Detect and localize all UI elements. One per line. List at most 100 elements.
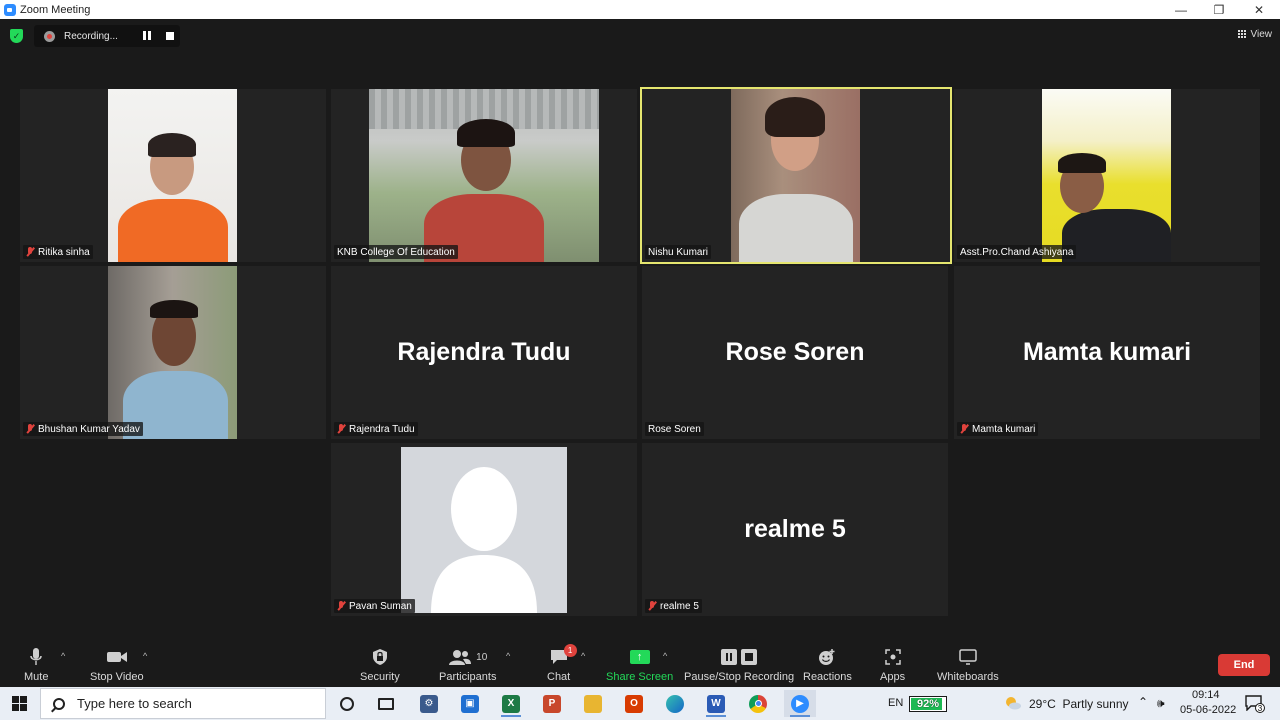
search-placeholder: Type here to search bbox=[77, 696, 192, 711]
participant-name-tag: Asst.Pro.Chand Ashiyana bbox=[957, 245, 1077, 259]
share-arrow: ↑ bbox=[629, 650, 650, 664]
video-feed bbox=[108, 89, 237, 262]
taskbar-app-office[interactable]: O bbox=[618, 690, 650, 717]
video-feed bbox=[731, 89, 860, 262]
powerpoint-icon: P bbox=[543, 694, 561, 713]
battery-indicator[interactable]: 92% bbox=[909, 696, 947, 712]
participant-tile[interactable]: KNB College Of Education bbox=[331, 89, 637, 262]
cortana-button[interactable] bbox=[331, 690, 363, 717]
input-language[interactable]: EN bbox=[888, 697, 903, 709]
participant-tile[interactable]: Ritika sinha bbox=[20, 89, 326, 262]
stop-video-button[interactable]: Stop Video bbox=[90, 647, 144, 683]
clock-time[interactable]: 09:14 bbox=[1192, 689, 1220, 701]
taskbar-app-file-explorer[interactable] bbox=[577, 690, 609, 717]
zoom-app-icon: ▶ bbox=[791, 694, 809, 713]
participant-tile[interactable]: Pavan Suman bbox=[331, 443, 637, 616]
windows-start-button[interactable] bbox=[0, 687, 38, 720]
volume-speaker-icon[interactable]: 🕪 bbox=[1157, 696, 1165, 711]
chat-bubble-icon: 1 bbox=[549, 644, 577, 667]
weather-text[interactable]: 29°C Partly sunny bbox=[1029, 697, 1129, 711]
taskbar-search-box[interactable]: Type here to search bbox=[40, 688, 326, 719]
taskbar-app-powerpoint[interactable]: P bbox=[536, 690, 568, 717]
participants-options-chevron-icon[interactable]: ^ bbox=[506, 651, 510, 661]
clock-date[interactable]: 05-06-2022 bbox=[1180, 704, 1236, 716]
participant-tile-active-speaker[interactable]: Nishu Kumari bbox=[640, 87, 952, 264]
window-title: Zoom Meeting bbox=[20, 3, 91, 16]
participant-display-name: Rose Soren bbox=[725, 338, 865, 366]
muted-mic-icon bbox=[960, 424, 968, 434]
grid-view-icon bbox=[1237, 29, 1247, 39]
participant-name: Rose Soren bbox=[648, 423, 701, 435]
meeting-area: ✓ Recording... View Ritika sinha KNB Col… bbox=[0, 19, 1280, 641]
participant-tile[interactable]: Rose Soren Rose Soren bbox=[642, 266, 948, 439]
pause-stop-recording-button[interactable]: Pause/Stop Recording bbox=[684, 647, 794, 683]
excel-icon: X bbox=[502, 694, 520, 713]
participant-name: Mamta kumari bbox=[972, 423, 1036, 435]
apps-button[interactable]: Apps bbox=[880, 647, 905, 683]
participant-tile[interactable]: Mamta kumari Mamta kumari bbox=[954, 266, 1260, 439]
windows-taskbar: Type here to search ⚙ ▣ X P O W ▶ EN 92% bbox=[0, 687, 1280, 720]
participant-name-tag: Ritika sinha bbox=[23, 245, 93, 259]
window-title-bar: Zoom Meeting — ❐ ✕ bbox=[0, 0, 1280, 19]
stop-recording-icon[interactable] bbox=[166, 32, 174, 40]
chat-label: Chat bbox=[547, 671, 571, 683]
participant-name-tag: Bhushan Kumar Yadav bbox=[23, 422, 143, 436]
taskbar-app-settings[interactable]: ⚙ bbox=[413, 690, 445, 717]
partly-sunny-weather-icon[interactable] bbox=[1004, 696, 1022, 710]
participant-tile[interactable]: realme 5 realme 5 bbox=[642, 443, 948, 616]
muted-mic-icon bbox=[648, 601, 656, 611]
mute-button[interactable]: Mute bbox=[24, 647, 48, 683]
audio-options-chevron-icon[interactable]: ^ bbox=[61, 651, 65, 661]
edge-icon bbox=[666, 694, 684, 713]
reactions-button[interactable]: Reactions bbox=[803, 647, 852, 683]
folder-icon bbox=[584, 694, 602, 713]
apps-label: Apps bbox=[880, 671, 906, 683]
video-feed bbox=[369, 89, 599, 262]
participant-name-tag: realme 5 bbox=[645, 599, 702, 613]
view-button[interactable]: View bbox=[1237, 25, 1273, 43]
taskbar-app-excel[interactable]: X bbox=[495, 690, 527, 717]
muted-mic-icon bbox=[337, 601, 345, 611]
show-hidden-icons-chevron-icon[interactable]: ⌃ bbox=[1138, 695, 1148, 709]
participant-name-tag: Nishu Kumari bbox=[645, 245, 712, 259]
participant-tile[interactable]: Asst.Pro.Chand Ashiyana bbox=[954, 89, 1260, 262]
participants-icon: 10 bbox=[448, 647, 487, 667]
windows-logo-icon bbox=[11, 696, 27, 711]
participant-name-tag: Rose Soren bbox=[645, 422, 704, 436]
security-button[interactable]: Security bbox=[360, 647, 400, 683]
close-window-button[interactable]: ✕ bbox=[1240, 0, 1278, 19]
chat-options-chevron-icon[interactable]: ^ bbox=[581, 651, 585, 661]
video-options-chevron-icon[interactable]: ^ bbox=[143, 651, 147, 661]
restore-button[interactable]: ❐ bbox=[1200, 0, 1238, 19]
encryption-shield-icon[interactable]: ✓ bbox=[10, 29, 23, 43]
taskbar-app-edge[interactable] bbox=[659, 690, 691, 717]
end-meeting-button[interactable]: End bbox=[1218, 654, 1270, 676]
recording-dot-icon bbox=[44, 30, 55, 42]
store-bag-icon: ▣ bbox=[461, 694, 479, 713]
participant-name: Nishu Kumari bbox=[648, 246, 709, 258]
minimize-button[interactable]: — bbox=[1162, 0, 1200, 19]
taskbar-app-word[interactable]: W bbox=[700, 690, 732, 717]
chrome-icon bbox=[749, 694, 767, 713]
view-label: View bbox=[1250, 28, 1273, 40]
share-options-chevron-icon[interactable]: ^ bbox=[663, 651, 667, 661]
participants-button[interactable]: 10 Participants bbox=[439, 647, 496, 683]
pause-recording-icon[interactable] bbox=[143, 31, 153, 41]
chat-button[interactable]: 1 Chat bbox=[547, 644, 577, 683]
taskbar-app-chrome[interactable] bbox=[742, 690, 774, 717]
participant-name-tag: KNB College Of Education bbox=[334, 245, 458, 259]
whiteboards-button[interactable]: Whiteboards bbox=[937, 647, 999, 683]
default-avatar-icon bbox=[401, 447, 567, 613]
participant-tile[interactable]: Rajendra Tudu Rajendra Tudu bbox=[331, 266, 637, 439]
task-view-button[interactable] bbox=[370, 690, 402, 717]
participant-tile[interactable]: Bhushan Kumar Yadav bbox=[20, 266, 326, 439]
taskbar-app-zoom[interactable]: ▶ bbox=[784, 690, 816, 717]
share-screen-label: Share Screen bbox=[606, 671, 674, 683]
participant-name-tag: Rajendra Tudu bbox=[334, 422, 418, 436]
notification-center-icon[interactable]: 3 bbox=[1245, 695, 1265, 713]
pause-stop-recording-label: Pause/Stop Recording bbox=[684, 671, 795, 683]
meeting-toolbar: Mute ^ Stop Video ^ Security 10 Particip… bbox=[0, 641, 1280, 687]
taskbar-app-store[interactable]: ▣ bbox=[454, 690, 486, 717]
participant-name: Asst.Pro.Chand Ashiyana bbox=[960, 246, 1074, 258]
participant-name: Pavan Suman bbox=[349, 600, 412, 612]
